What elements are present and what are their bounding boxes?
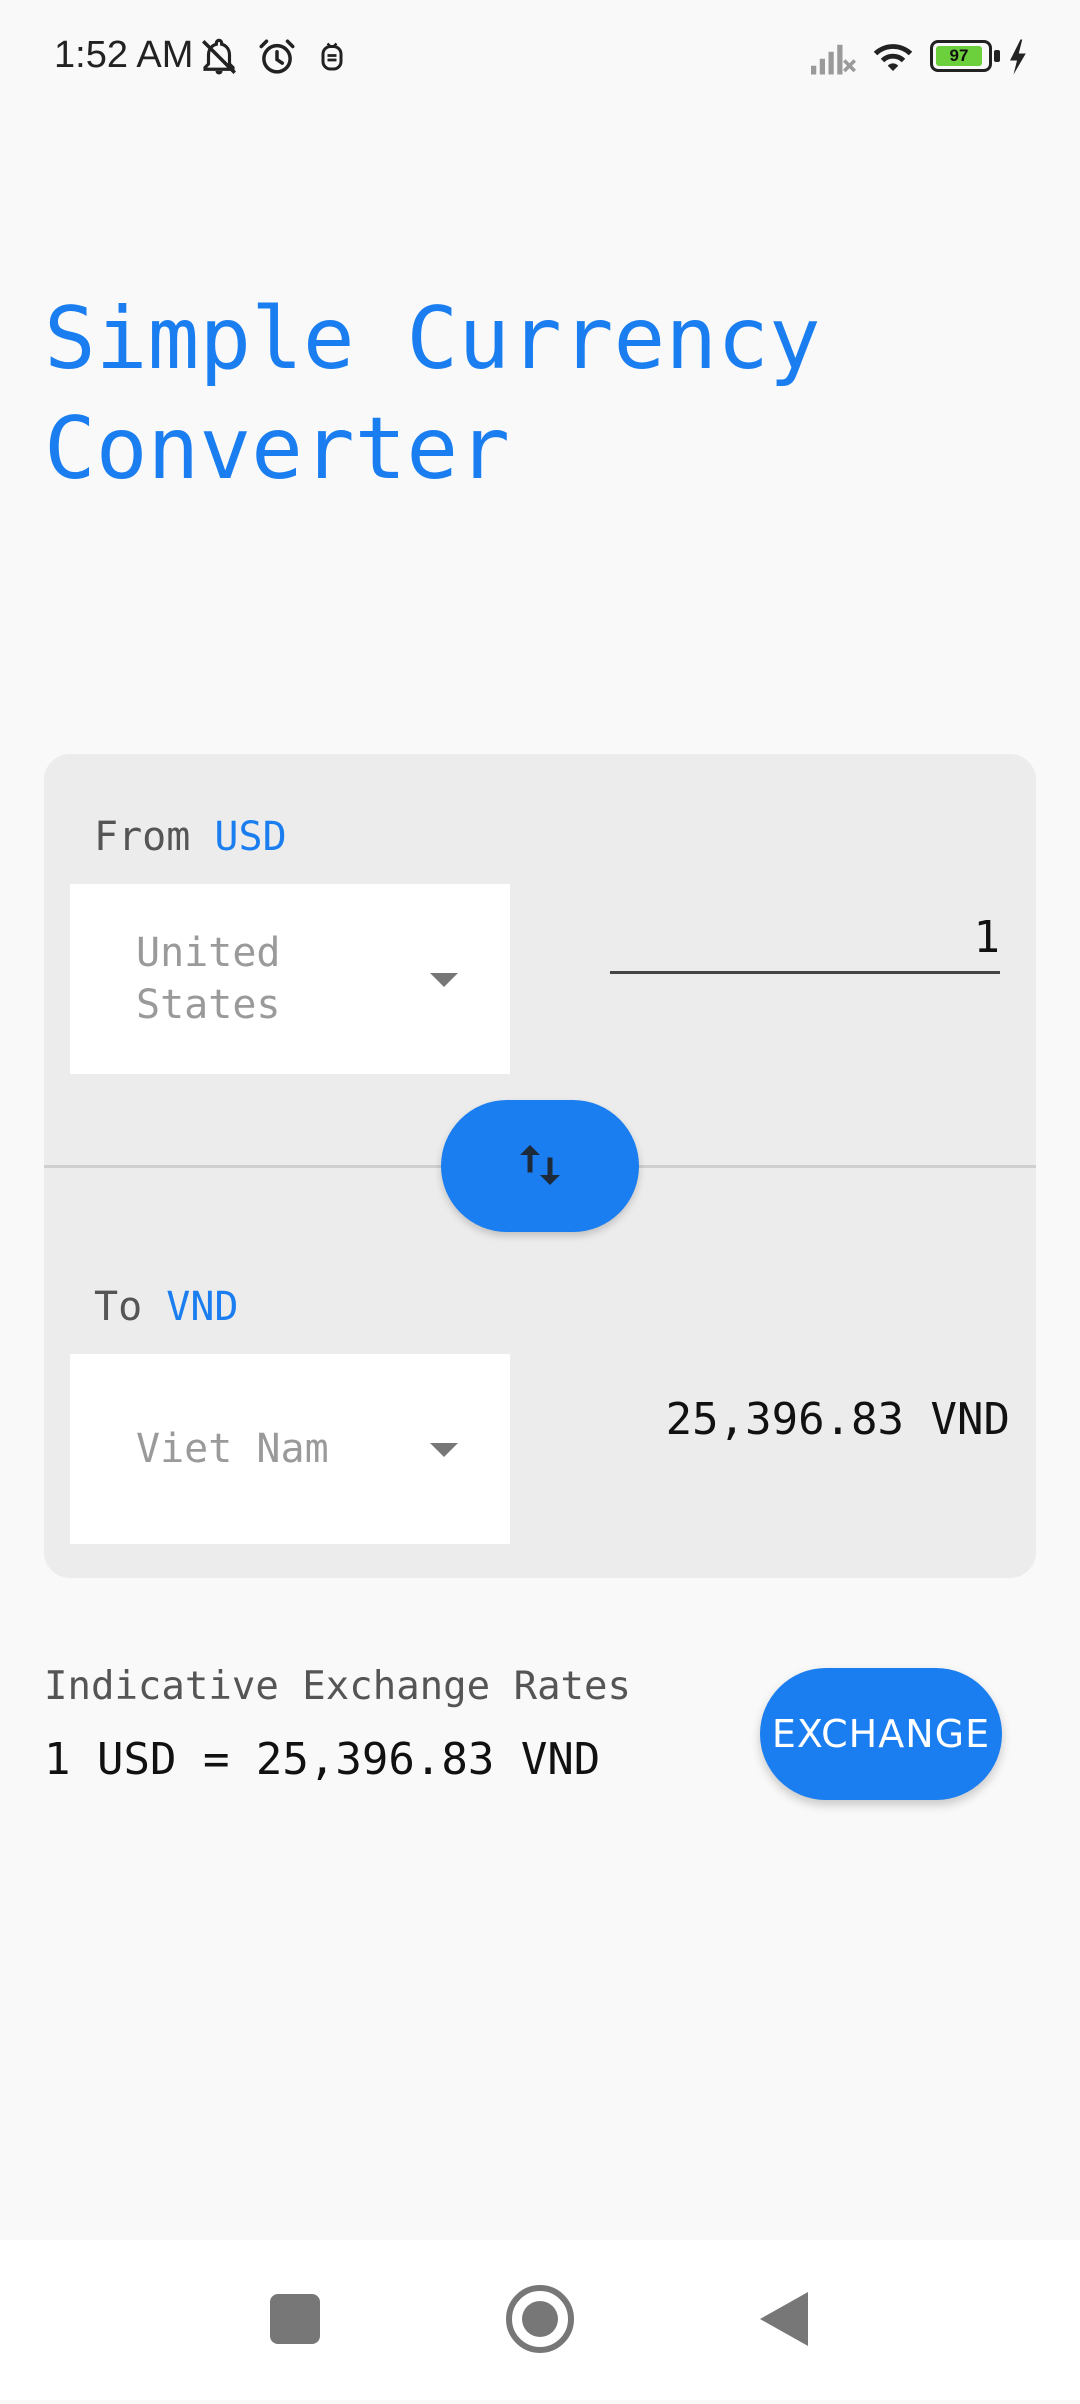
back-icon — [760, 2292, 808, 2346]
battery-icon: 97 — [930, 40, 992, 72]
home-icon — [506, 2285, 574, 2353]
from-currency-code: USD — [214, 814, 287, 860]
converted-amount: 25,396.83 VND — [665, 1394, 1010, 1445]
converter-card: From USD United States To VND Viet Nam 2… — [44, 754, 1036, 1578]
charging-icon — [1010, 39, 1026, 75]
swap-currencies-button[interactable] — [441, 1100, 639, 1232]
from-label-row: From USD — [94, 814, 287, 860]
signal-icon — [811, 44, 856, 75]
app-notification-icon — [321, 42, 343, 71]
back-button[interactable] — [725, 2240, 845, 2400]
status-bar: 1:52 AM 97 — [0, 0, 1080, 116]
chevron-down-icon — [430, 1443, 458, 1457]
from-country-dropdown[interactable]: United States — [70, 884, 510, 1074]
exchange-button[interactable]: EXCHANGE — [760, 1668, 1002, 1800]
page-title: Simple Currency Converter — [44, 289, 821, 499]
battery-level: 97 — [936, 46, 982, 66]
to-country-value: Viet Nam — [136, 1426, 329, 1472]
system-nav-bar — [0, 2240, 1080, 2400]
to-label: To — [94, 1284, 143, 1330]
alarm-icon — [259, 39, 295, 74]
recents-button[interactable] — [235, 2240, 355, 2400]
swap-vertical-icon — [520, 1144, 560, 1185]
to-currency-code: VND — [166, 1284, 239, 1330]
notifications-off-icon — [202, 38, 236, 75]
from-country-value: United States — [136, 930, 281, 1028]
battery-tip — [994, 50, 1000, 62]
from-label: From — [94, 814, 191, 860]
recents-icon — [270, 2294, 320, 2344]
status-time: 1:52 AM — [54, 34, 194, 76]
rates-value: 1 USD = 25,396.83 VND — [44, 1734, 601, 1785]
to-country-dropdown[interactable]: Viet Nam — [70, 1354, 510, 1544]
wifi-icon — [873, 44, 913, 71]
to-label-row: To VND — [94, 1284, 239, 1330]
chevron-down-icon — [430, 973, 458, 987]
home-button[interactable] — [480, 2240, 600, 2400]
amount-input[interactable] — [610, 904, 1000, 974]
rates-label: Indicative Exchange Rates — [44, 1664, 631, 1709]
